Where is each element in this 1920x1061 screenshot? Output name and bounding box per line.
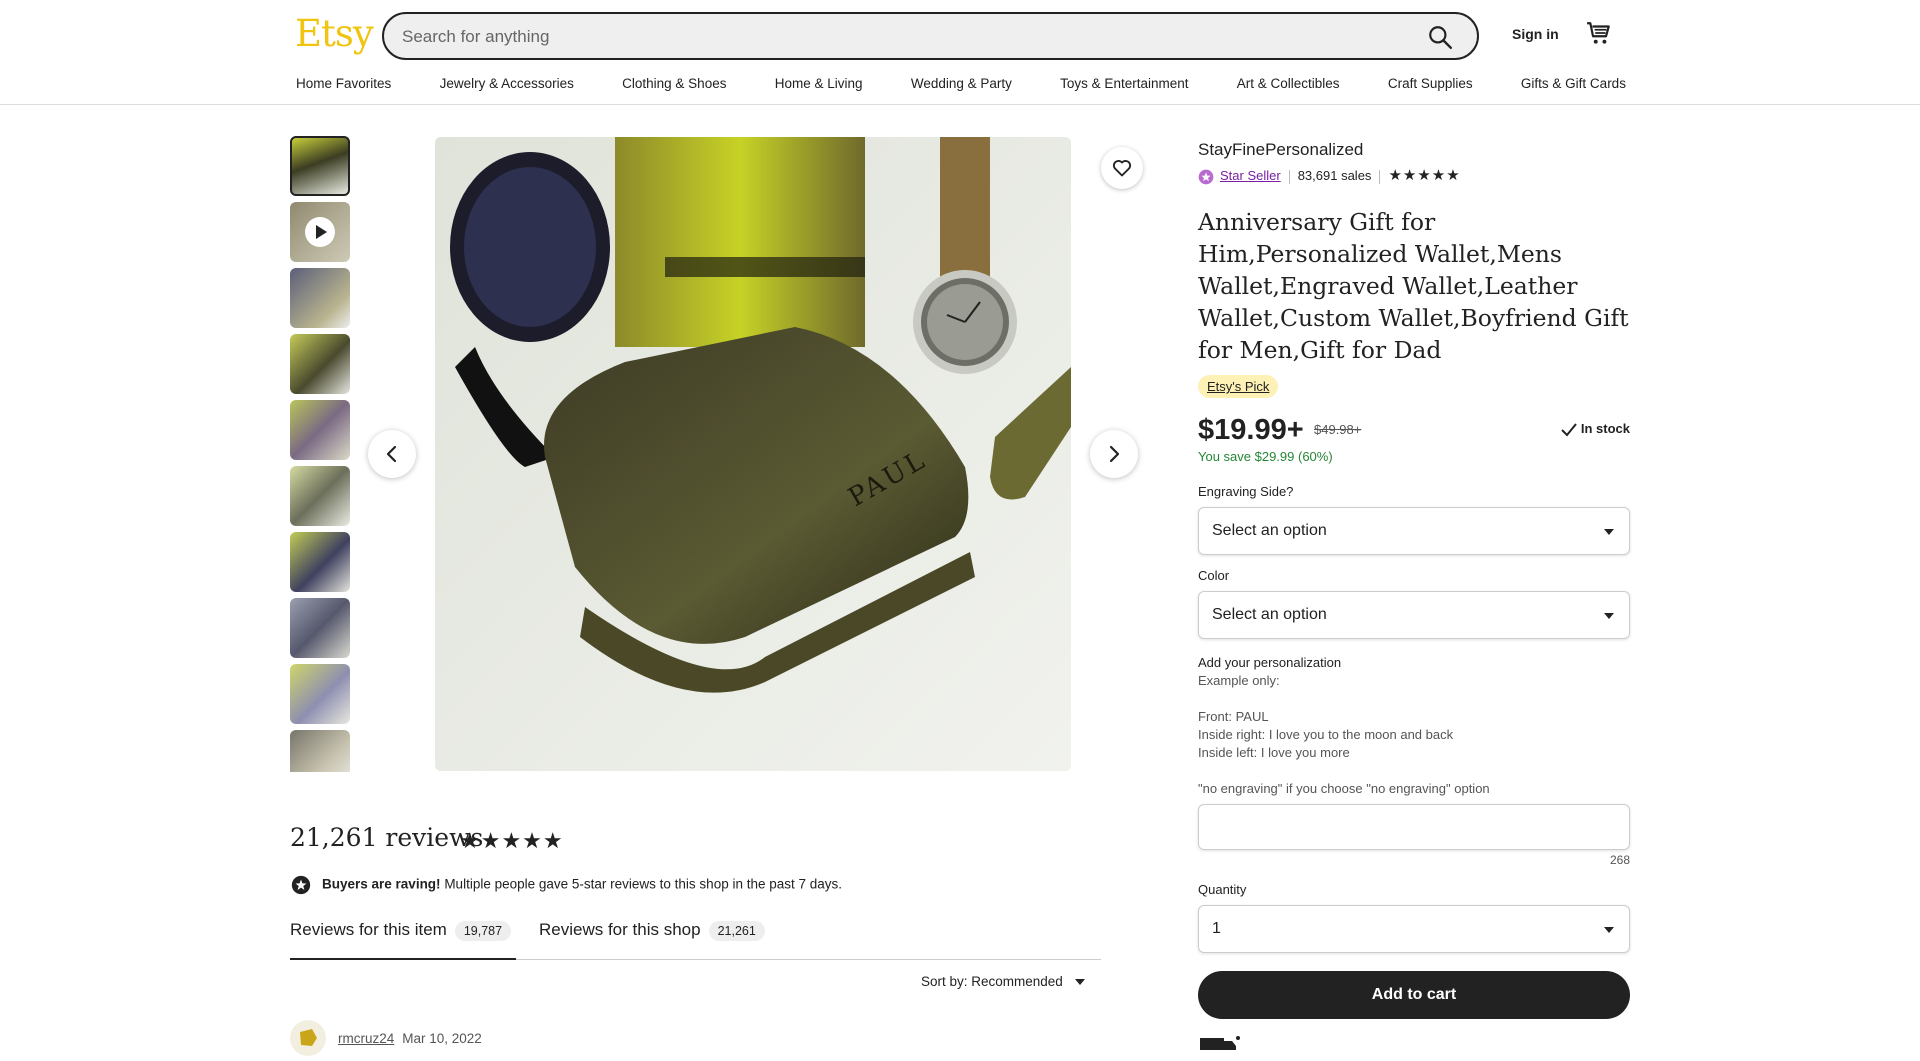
color-select-value: Select an option <box>1212 606 1327 623</box>
shop-rating-stars[interactable]: ★★★★★ <box>1388 167 1460 184</box>
engraving-select-value: Select an option <box>1212 522 1327 539</box>
shop-name-link[interactable]: StayFinePersonalized <box>1198 140 1363 160</box>
add-to-cart-button[interactable]: Add to cart <box>1198 971 1630 1019</box>
tab-reviews-shop[interactable]: Reviews for this shop 21,261 <box>539 920 779 960</box>
sort-dropdown[interactable]: Sort by: Recommended <box>921 974 1085 989</box>
thumbnail-strip <box>290 136 350 772</box>
current-price: $19.99+ <box>1198 414 1304 446</box>
raving-badge-icon <box>291 875 311 895</box>
search-bar[interactable] <box>382 12 1479 60</box>
stock-status: In stock <box>1561 421 1630 437</box>
nav-clothing-shoes[interactable]: Clothing & Shoes <box>622 76 726 96</box>
nav-home-favorites[interactable]: Home Favorites <box>296 76 391 96</box>
caret-down-icon <box>1604 529 1614 535</box>
savings-text: You save $29.99 (60%) <box>1198 449 1333 464</box>
chevron-right-icon <box>1109 445 1120 463</box>
raving-bold-text: Buyers are raving! <box>322 876 441 892</box>
thumbnail[interactable] <box>290 400 350 460</box>
caret-down-icon <box>1604 613 1614 619</box>
nav-toys-entertainment[interactable]: Toys & Entertainment <box>1060 76 1188 96</box>
thumbnail[interactable] <box>290 532 350 592</box>
star-seller-icon <box>1198 169 1214 184</box>
seller-info-row: Star Seller 83,691 sales ★★★★★ <box>1198 166 1461 185</box>
thumbnail[interactable] <box>290 598 350 658</box>
color-label: Color <box>1198 568 1230 583</box>
check-icon <box>1561 422 1577 437</box>
thumbnail[interactable] <box>290 136 350 196</box>
personalization-textarea[interactable] <box>1198 804 1630 850</box>
nav-gifts-gift-cards[interactable]: Gifts & Gift Cards <box>1521 76 1626 96</box>
search-icon[interactable] <box>1427 24 1453 50</box>
reviews-tabs: Reviews for this item 19,787 Reviews for … <box>290 920 1101 960</box>
reviews-title: 21,261 reviews <box>290 823 484 852</box>
divider <box>1288 169 1290 184</box>
review-date: Mar 10, 2022 <box>402 1031 482 1046</box>
nav-jewelry-accessories[interactable]: Jewelry & Accessories <box>440 76 574 96</box>
cart-icon[interactable] <box>1586 20 1612 46</box>
buyers-raving-note: Buyers are raving! Multiple people gave … <box>290 874 842 896</box>
nav-home-living[interactable]: Home & Living <box>775 76 863 96</box>
star-seller-link[interactable]: Star Seller <box>1220 168 1281 183</box>
category-nav: Home Favorites Jewelry & Accessories Clo… <box>296 76 1626 96</box>
video-thumbnail[interactable] <box>290 202 350 262</box>
nav-craft-supplies[interactable]: Craft Supplies <box>1388 76 1473 96</box>
engraving-select[interactable]: Select an option <box>1198 507 1630 555</box>
review-meta: rmcruz24 Mar 10, 2022 <box>338 1031 482 1046</box>
tab-reviews-item[interactable]: Reviews for this item 19,787 <box>290 920 516 960</box>
tab-reviews-item-label: Reviews for this item <box>290 920 447 939</box>
nav-art-collectibles[interactable]: Art & Collectibles <box>1237 76 1340 96</box>
thumbnail[interactable] <box>290 268 350 328</box>
thumbnail[interactable] <box>290 466 350 526</box>
truck-icon <box>1200 1036 1240 1050</box>
reviewer-avatar <box>290 1020 326 1056</box>
thumbnail[interactable] <box>290 664 350 724</box>
divider <box>1379 169 1381 184</box>
thumbnail[interactable] <box>290 730 350 772</box>
reviews-star-rating: ★★★★★ <box>460 828 564 853</box>
raving-text: Multiple people gave 5-star reviews to t… <box>440 876 843 892</box>
tab-reviews-shop-count: 21,261 <box>708 921 765 941</box>
reviewer-name-link[interactable]: rmcruz24 <box>338 1031 394 1046</box>
etsys-pick-badge[interactable]: Etsy's Pick <box>1198 375 1279 398</box>
caret-down-icon <box>1074 979 1085 986</box>
personalization-title: Add your personalization <box>1198 655 1342 670</box>
tab-reviews-item-count: 19,787 <box>454 921 512 941</box>
prev-image-button[interactable] <box>368 430 416 478</box>
quantity-select[interactable]: 1 <box>1198 905 1630 953</box>
sign-in-link[interactable]: Sign in <box>1512 26 1559 42</box>
personalization-text: Example only: Front: PAUL Inside right: … <box>1198 673 1490 796</box>
sort-label: Sort by: Recommended <box>921 974 1063 989</box>
thumbnail[interactable] <box>290 334 350 394</box>
search-input[interactable] <box>402 24 1382 50</box>
sales-count: 83,691 sales <box>1297 168 1372 183</box>
listing-title: Anniversary Gift for Him,Personalized Wa… <box>1198 208 1629 364</box>
chevron-left-icon <box>386 445 397 463</box>
personalization-instructions: Add your personalization Example only: F… <box>1198 654 1490 798</box>
engraving-label: Engraving Side? <box>1198 484 1294 499</box>
product-main-image[interactable]: PAUL <box>435 137 1071 771</box>
play-icon <box>305 217 335 247</box>
quantity-select-value: 1 <box>1212 920 1221 937</box>
etsy-logo[interactable]: Etsy <box>295 12 374 55</box>
site-header: Etsy Sign in Home Favorites Jewelry & Ac… <box>0 0 1920 105</box>
nav-wedding-party[interactable]: Wedding & Party <box>911 76 1012 96</box>
stock-label: In stock <box>1580 421 1630 436</box>
heart-icon <box>1112 160 1132 177</box>
tab-reviews-shop-label: Reviews for this shop <box>539 920 701 939</box>
next-image-button[interactable] <box>1090 430 1138 478</box>
caret-down-icon <box>1604 927 1614 933</box>
wallet-photo: PAUL <box>435 137 1071 771</box>
color-select[interactable]: Select an option <box>1198 591 1630 639</box>
character-count: 268 <box>1609 853 1630 867</box>
original-price: $49.98+ <box>1314 422 1362 437</box>
favorite-button[interactable] <box>1101 147 1143 189</box>
quantity-label: Quantity <box>1198 882 1247 897</box>
